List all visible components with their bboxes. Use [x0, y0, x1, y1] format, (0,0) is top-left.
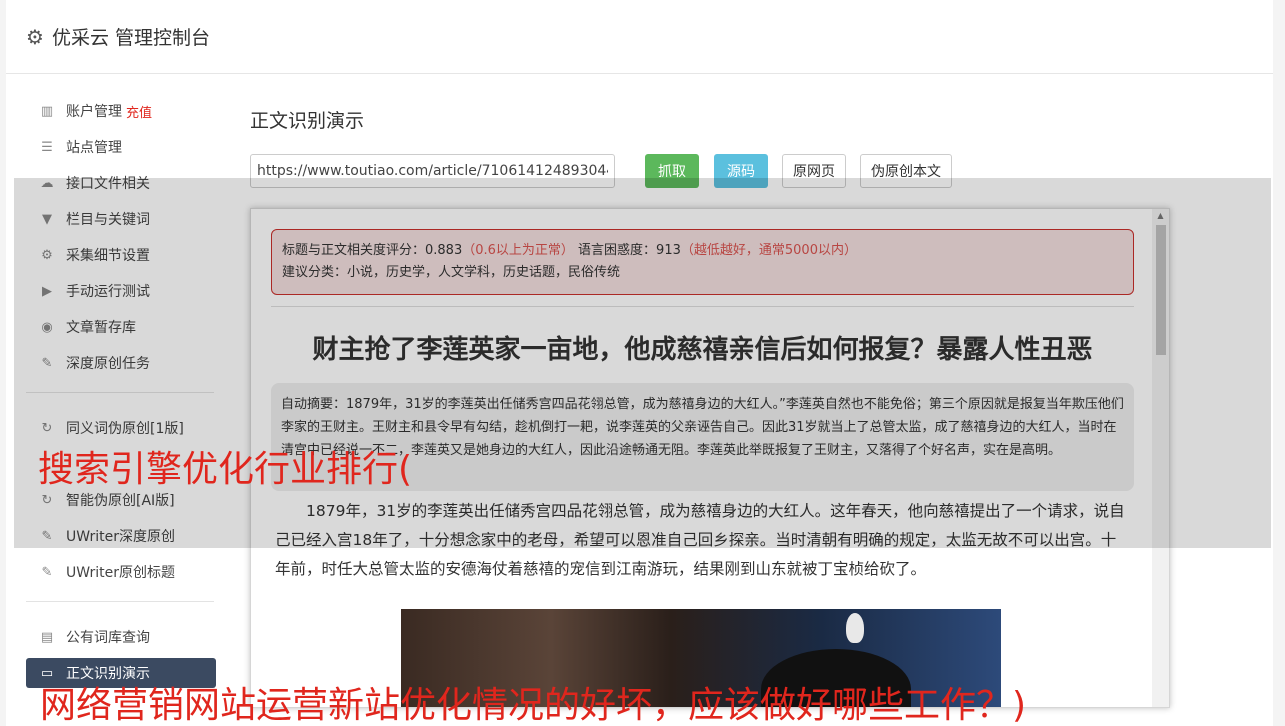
sidebar-item-article-store[interactable]: ◉ 文章暂存库 [26, 312, 216, 342]
perplexity-score: 语言困惑度：913 [578, 243, 681, 258]
frame-divider [271, 306, 1134, 307]
book-icon: ▤ [40, 629, 54, 645]
grab-button[interactable]: 抓取 [645, 154, 699, 188]
refresh-icon: ↻ [41, 492, 53, 508]
sidebar-item-label: 文章暂存库 [66, 320, 136, 336]
edit-icon: ✎ [41, 355, 53, 371]
sidebar-item-uwriter-deep[interactable]: ✎ UWriter深度原创 [26, 521, 216, 551]
official-hat-shape [761, 649, 911, 707]
sidebar-item-label: 同义词伪原创[1版] [66, 421, 184, 437]
cloud-upload-icon: ☁ [40, 175, 54, 191]
header-bar: ⚙ 优采云 管理控制台 [6, 0, 1273, 74]
recharge-link[interactable]: 充值 [126, 102, 152, 121]
database-icon: ◉ [41, 319, 53, 335]
gears-icon: ⚙ [41, 247, 53, 263]
sidebar-item-interface-files[interactable]: ☁ 接口文件相关 [26, 168, 216, 198]
sidebar-divider [26, 392, 214, 393]
article-frame: 标题与正文相关度评分：0.883（0.6以上为正常） 语言困惑度：913（越低越… [250, 208, 1170, 708]
score-panel: 标题与正文相关度评分：0.883（0.6以上为正常） 语言困惑度：913（越低越… [271, 229, 1134, 295]
sidebar-item-label: UWriter原创标题 [66, 565, 175, 581]
url-input[interactable] [250, 154, 615, 188]
sidebar-item-manual-run[interactable]: ▶ 手动运行测试 [26, 276, 216, 306]
refresh-icon: ↻ [41, 420, 53, 436]
auto-summary: 自动摘要：1879年，31岁的李莲英出任储秀宫四品花翎总管，成为慈禧身边的大红人… [271, 383, 1134, 491]
sidebar-item-label: 栏目与关键词 [66, 212, 150, 228]
edit-icon: ✎ [41, 528, 53, 544]
sidebar-item-label: UWriter深度原创 [66, 529, 175, 545]
bar-chart-icon: ▥ [40, 103, 54, 119]
sidebar-item-label: 智能伪原创[AI版] [66, 493, 175, 509]
sidebar-item-label: 接口文件相关 [66, 176, 150, 192]
sidebar-item-label: 公有词库查询 [66, 630, 150, 646]
sidebar-item-label: 深度原创任务 [66, 356, 150, 372]
sidebar-item-text-recognition[interactable]: ▭ 正文识别演示 [26, 658, 216, 688]
monitor-icon: ▭ [40, 665, 54, 681]
app-title: 优采云 管理控制台 [51, 27, 210, 49]
server-icon: ☰ [41, 139, 53, 155]
sidebar-item-account[interactable]: ▥ 账户管理 充值 [26, 96, 216, 126]
perplexity-hint: （越低越好，通常5000以内） [680, 243, 857, 258]
rewrite-article-button[interactable]: 伪原创本文 [860, 154, 952, 188]
scroll-up-icon[interactable]: ▲ [1152, 211, 1169, 220]
suggested-categories: 建议分类：小说，历史学，人文学科，历史话题，民俗传统 [282, 265, 621, 280]
article-image [401, 609, 1001, 707]
sidebar-item-label: 手动运行测试 [66, 284, 150, 300]
sidebar-item-collect-settings[interactable]: ⚙ 采集细节设置 [26, 240, 216, 270]
relevance-hint: （0.6以上为正常） [462, 243, 574, 258]
gear-icon: ⚙ [26, 24, 44, 49]
sidebar-item-public-lexicon[interactable]: ▤ 公有词库查询 [26, 622, 216, 652]
sidebar-item-uwriter-title[interactable]: ✎ UWriter原创标题 [26, 557, 216, 587]
sidebar-item-ai-rewrite[interactable]: ↻ 智能伪原创[AI版] [26, 485, 216, 515]
sidebar-item-label: 正文识别演示 [66, 666, 150, 682]
scroll-thumb[interactable] [1156, 225, 1166, 355]
sidebar-item-deep-rewrite[interactable]: ✎ 深度原创任务 [26, 348, 216, 378]
sidebar-item-label: 采集细节设置 [66, 248, 150, 264]
sidebar-item-label: 账户管理 [66, 104, 122, 120]
sidebar-item-label: 站点管理 [66, 140, 122, 156]
article-title: 财主抢了李莲英家一亩地，他成慈禧亲信后如何报复？暴露人性丑恶 [312, 335, 1093, 365]
sidebar-item-sites[interactable]: ☰ 站点管理 [26, 132, 216, 162]
page-title: 正文识别演示 [250, 110, 365, 132]
sidebar: ▥ 账户管理 充值 ☰ 站点管理 ☁ 接口文件相关 ▼ 栏目与关键词 ⚙ 采集细… [26, 96, 216, 694]
hat-knob-shape [846, 613, 864, 643]
filter-icon: ▼ [42, 211, 52, 227]
article-body: 1879年，31岁的李莲英出任储秀宫四品花翎总管，成为慈禧身边的大红人。这年春天… [275, 502, 1125, 578]
source-button[interactable]: 源码 [714, 154, 768, 188]
frame-scrollbar[interactable]: ▲ [1152, 209, 1169, 707]
sidebar-divider [26, 601, 214, 602]
sidebar-item-columns-keywords[interactable]: ▼ 栏目与关键词 [26, 204, 216, 234]
play-circle-icon: ▶ [42, 283, 52, 299]
edit-icon: ✎ [41, 564, 53, 580]
sidebar-item-synonym-rewrite[interactable]: ↻ 同义词伪原创[1版] [26, 413, 216, 443]
relevance-score: 标题与正文相关度评分：0.883 [282, 243, 463, 258]
original-page-button[interactable]: 原网页 [782, 154, 846, 188]
